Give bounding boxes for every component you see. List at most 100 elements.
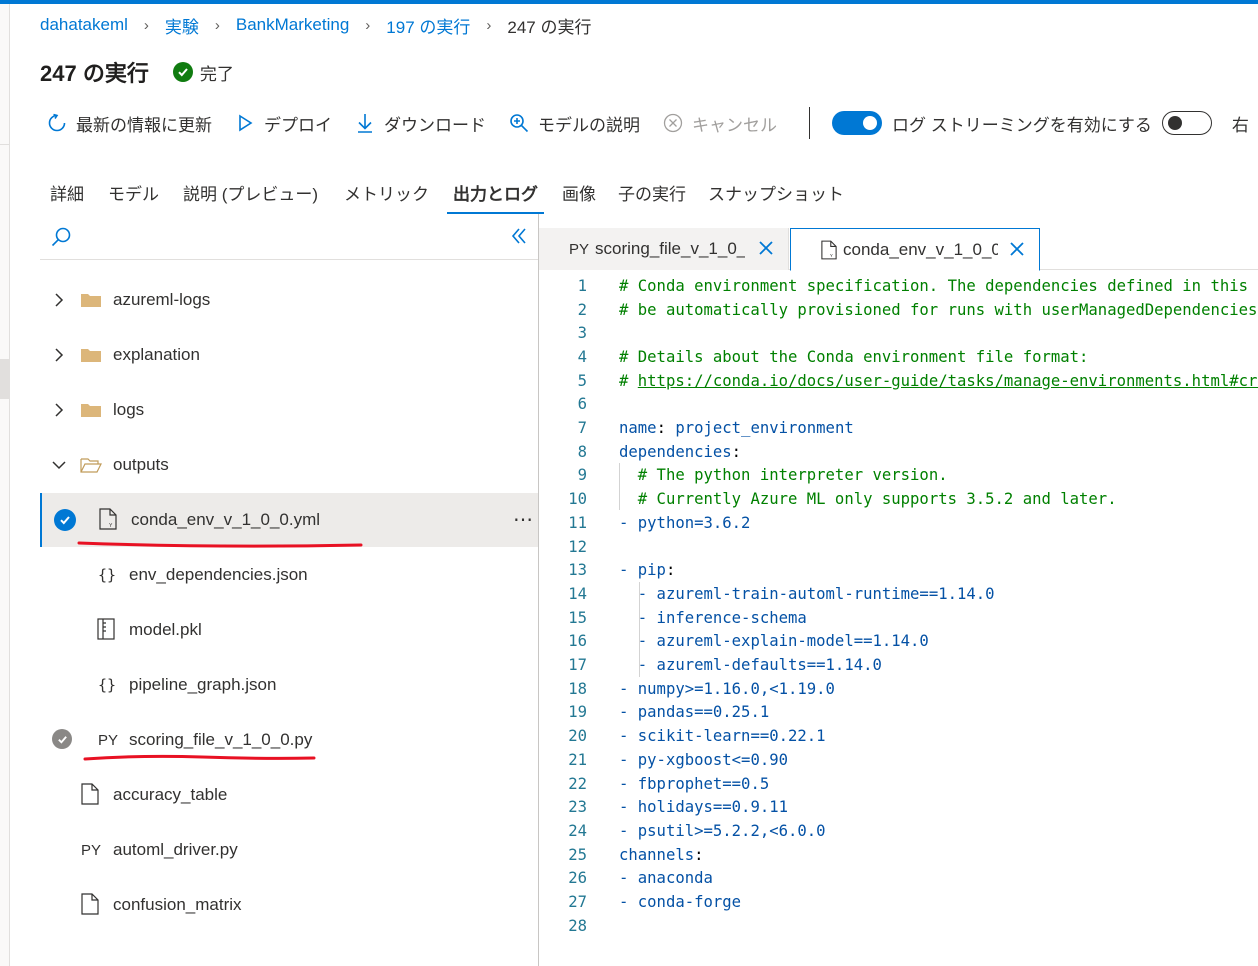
line-number: 20 (568, 727, 587, 746)
run-tabs: 詳細 モデル 説明 (プレビュー) メトリック 出力とログ 画像 子の実行 スナ… (40, 170, 854, 214)
red-annotation-underline (83, 754, 316, 761)
toolbar-divider (809, 107, 810, 139)
tree-file-model-pkl[interactable]: model.pkl (40, 603, 538, 657)
download-button[interactable]: ダウンロード (354, 111, 486, 136)
code-line: 19 - pandas==0.25.1 (539, 701, 1258, 725)
chevron-right-icon[interactable] (50, 346, 68, 364)
tree-file-accuracy-table[interactable]: accuracy_table (40, 768, 538, 822)
tree-folder-explanation[interactable]: explanation (40, 328, 538, 382)
code-line: 26 - anaconda (539, 867, 1258, 891)
title-row: 247 の実行 完了 (40, 56, 234, 88)
folder-icon (80, 344, 102, 366)
tree-item-label: automl_driver.py (113, 840, 238, 859)
check-circle-icon (172, 62, 193, 82)
breadcrumb-experiment[interactable]: BankMarketing (236, 15, 349, 35)
tab-images[interactable]: 画像 (552, 170, 606, 214)
tree-folder-azureml-logs[interactable]: azureml-logs (40, 273, 538, 327)
code-text: - python=3.6.2 (619, 513, 751, 532)
python-file-icon: PY (97, 731, 118, 749)
right-toggle[interactable] (1161, 111, 1212, 135)
json-braces-icon: {} (97, 676, 117, 694)
breadcrumb-parent-run[interactable]: 197 の実行 (386, 13, 470, 38)
cancel-label: キャンセル (692, 115, 777, 135)
code-line: 1 # Conda environment specification. The … (539, 274, 1258, 298)
json-braces-icon: {} (97, 566, 117, 584)
code-line: 27 - conda-forge (539, 890, 1258, 914)
deploy-button[interactable]: デプロイ (234, 111, 332, 136)
tree-file-env-dependencies[interactable]: {} env_dependencies.json (40, 548, 538, 602)
chevron-right-icon[interactable] (50, 401, 68, 419)
refresh-button[interactable]: 最新の情報に更新 (46, 111, 212, 136)
more-icon[interactable]: ⋯ (513, 507, 534, 532)
code-line: 14 - azureml-train-automl-runtime==1.14.… (539, 582, 1258, 606)
svg-text:Y: Y (830, 253, 833, 258)
tab-explanations[interactable]: 説明 (プレビュー) (173, 170, 328, 214)
tree-file-pipeline-graph[interactable]: {} pipeline_graph.json (40, 658, 538, 712)
tab-outputs-logs[interactable]: 出力とログ (443, 170, 548, 214)
close-icon[interactable] (1009, 241, 1025, 262)
code-line: 6 (539, 393, 1258, 417)
code-line: 4 # Details about the Conda environment f… (539, 345, 1258, 369)
code-text: name: project_environment (619, 419, 854, 438)
breadcrumb: dahatakeml › 実験 › BankMarketing › 197 の実… (40, 12, 591, 38)
line-number: 1 (577, 276, 587, 295)
chevron-down-icon[interactable] (50, 456, 68, 474)
yaml-file-icon: Y (98, 508, 118, 530)
file-icon (80, 783, 100, 805)
chevron-right-icon[interactable] (50, 291, 68, 309)
line-number: 16 (568, 632, 587, 651)
toggle-knob (863, 116, 877, 130)
breadcrumb-workspace[interactable]: dahatakeml (40, 15, 128, 35)
breadcrumb-experiments[interactable]: 実験 (165, 13, 199, 38)
line-number: 25 (568, 845, 587, 864)
tab-snapshot[interactable]: スナップショット (698, 170, 854, 214)
svg-text:Y: Y (109, 523, 113, 529)
tree-item-label: outputs (113, 455, 169, 474)
search-icon[interactable] (50, 226, 72, 253)
code-line: 16 - azureml-explain-model==1.14.0 (539, 630, 1258, 654)
binary-file-icon (96, 618, 116, 640)
status-badge: 完了 (172, 60, 234, 85)
tab-models[interactable]: モデル (98, 170, 169, 214)
code-text: - conda-forge (619, 893, 742, 912)
line-number: 26 (568, 869, 587, 888)
code-text: - fbprophet==0.5 (619, 774, 770, 793)
tree-file-confusion-matrix[interactable]: confusion_matrix (40, 878, 538, 932)
editor-tab-conda-env[interactable]: Y conda_env_v_1_0_0.yml (790, 228, 1040, 271)
code-line: 13 - pip: (539, 558, 1258, 582)
editor-tab-scoring-file[interactable]: PY scoring_file_v_1_0_0.py (539, 228, 789, 270)
code-text: dependencies: (619, 442, 742, 461)
file-editor: PY scoring_file_v_1_0_0.py Y conda_env_v… (539, 214, 1258, 966)
tree-folder-logs[interactable]: logs (40, 383, 538, 437)
check-circle-icon[interactable] (54, 509, 76, 531)
code-line: 5 # https://conda.io/docs/user-guide/task… (539, 369, 1258, 393)
double-chevron-left-icon[interactable] (510, 226, 528, 251)
chevron-right-icon: › (365, 16, 371, 34)
code-text: # be automatically provisioned for runs … (619, 300, 1258, 319)
line-number: 27 (568, 893, 587, 912)
close-icon[interactable] (758, 240, 774, 261)
code-text: # Details about the Conda environment fi… (619, 347, 1089, 366)
code-line: 28 (539, 914, 1258, 938)
tree-item-label: logs (113, 400, 145, 419)
cancel-button[interactable]: キャンセル (662, 111, 777, 136)
tab-child-runs[interactable]: 子の実行 (608, 170, 696, 214)
code-view[interactable]: 1 # Conda environment specification. The … (539, 274, 1258, 966)
code-line: 7 name: project_environment (539, 416, 1258, 440)
explain-model-button[interactable]: モデルの説明 (508, 111, 640, 136)
code-text: - azureml-train-automl-runtime==1.14.0 (637, 584, 995, 603)
check-circle-icon[interactable] (52, 729, 72, 749)
tab-details[interactable]: 詳細 (40, 170, 94, 214)
top-accent-bar (0, 0, 1258, 4)
tree-item-label: scoring_file_v_1_0_0.py (129, 730, 313, 749)
yaml-file-icon: Y (821, 240, 837, 260)
tab-metrics[interactable]: メトリック (334, 170, 439, 214)
toolbar: 最新の情報に更新 デプロイ ダウンロード モデルの説明 キャンセル ログ ストリ… (46, 106, 1249, 140)
tree-folder-outputs[interactable]: outputs (40, 438, 538, 492)
download-label: ダウンロード (384, 115, 486, 135)
tree-item-label: explanation (113, 345, 200, 364)
tree-item-label: azureml-logs (113, 290, 211, 309)
tree-file-automl-driver[interactable]: PY automl_driver.py (40, 823, 538, 877)
line-number: 22 (568, 774, 587, 793)
log-streaming-toggle[interactable] (832, 111, 882, 135)
